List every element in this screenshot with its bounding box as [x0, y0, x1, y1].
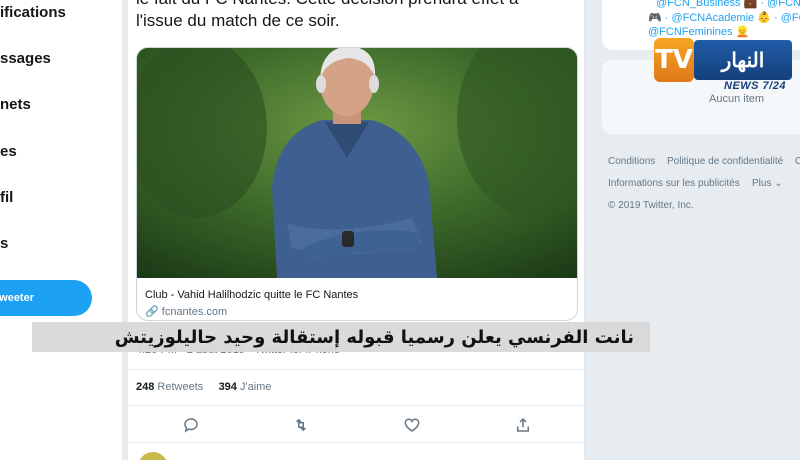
footer-privacy[interactable]: Politique de confidentialité	[667, 156, 783, 167]
footer-more-label: Plus	[752, 178, 772, 189]
reply-icon[interactable]	[182, 416, 200, 434]
card-photo	[137, 48, 577, 278]
mention-line[interactable]: @FCNFeminines 👱	[648, 25, 749, 38]
chevron-down-icon: ⌄	[774, 178, 783, 189]
card-url: 🔗 fcnantes.com	[145, 305, 227, 318]
footer-ads-info[interactable]: Informations sur les publicités	[608, 178, 740, 189]
nav-messages[interactable]: ssages	[0, 50, 51, 67]
news-ticker: نانت الفرنسي يعلن رسميا قبوله إستقالة وح…	[32, 322, 650, 352]
retweet-icon[interactable]	[292, 416, 310, 434]
left-navigation: ifications ssages nets es fil s weeter	[0, 0, 122, 460]
likes-label[interactable]: J'aime	[240, 381, 271, 393]
card-url-text: fcnantes.com	[161, 306, 228, 318]
divider	[128, 405, 584, 406]
tweet-actions	[128, 416, 584, 436]
link-card[interactable]: Club - Vahid Halilhodzic quitte le FC Na…	[136, 47, 578, 321]
retweets-label[interactable]: Retweets	[157, 381, 203, 393]
likes-count[interactable]: 394	[219, 381, 237, 393]
empty-label: Aucun item	[709, 93, 765, 105]
share-icon[interactable]	[514, 416, 532, 434]
mention-line[interactable]: @FCN_Business 💼 · @FCNA	[656, 0, 800, 9]
nav-notifications[interactable]: ifications	[0, 4, 66, 21]
mention-line[interactable]: 🎮 · @FCNAcademie 👶 · @FCNA	[648, 11, 800, 24]
ticker-text: نانت الفرنسي يعلن رسميا قبوله إستقالة وح…	[114, 326, 634, 348]
tv-badge: TV	[654, 38, 694, 82]
card-title: Club - Vahid Halilhodzic quitte le FC Na…	[145, 289, 359, 301]
tweet-text-line: le fait du FC Nantes. Cette décision pre…	[136, 0, 576, 10]
tweet-stats: 248 Retweets 394 J'aime	[136, 381, 271, 393]
channel-tagline: NEWS 7/24	[724, 80, 786, 92]
tweet-button[interactable]: weeter	[0, 280, 92, 316]
divider	[128, 369, 584, 370]
nav-bookmarks[interactable]: nets	[0, 96, 31, 113]
footer-cookies[interactable]: C	[795, 156, 800, 167]
tweet-button-label: weeter	[0, 292, 34, 304]
like-icon[interactable]	[403, 416, 421, 434]
retweets-count[interactable]: 248	[136, 381, 154, 393]
tweet-text: le fait du FC Nantes. Cette décision pre…	[136, 0, 576, 32]
footer-conditions[interactable]: Conditions	[608, 156, 655, 167]
link-icon: 🔗	[145, 306, 159, 318]
avatar[interactable]	[138, 452, 168, 460]
man-photo-illustration	[137, 48, 577, 278]
footer-copyright: © 2019 Twitter, Inc.	[608, 200, 694, 211]
tweet-text-line: l'issue du match de ce soir.	[136, 11, 340, 30]
tweet-detail: le fait du FC Nantes. Cette décision pre…	[127, 0, 585, 460]
channel-logo: TV النهار NEWS 7/24	[654, 38, 794, 94]
divider	[128, 442, 584, 443]
footer-more[interactable]: Plus ⌄	[752, 178, 783, 189]
nav-profile[interactable]: fil	[0, 189, 13, 206]
nav-more[interactable]: s	[0, 235, 8, 252]
nav-lists[interactable]: es	[0, 143, 17, 160]
channel-name: النهار	[694, 40, 792, 80]
